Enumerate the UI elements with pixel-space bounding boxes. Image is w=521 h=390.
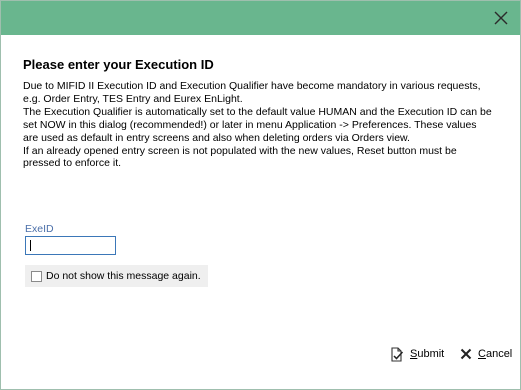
- submit-button[interactable]: Submit: [390, 345, 444, 363]
- exe-id-label: ExeID: [25, 223, 54, 235]
- dont-show-again-checkbox[interactable]: [31, 270, 42, 282]
- cancel-button[interactable]: Cancel: [460, 345, 512, 363]
- close-button[interactable]: [491, 8, 511, 28]
- dialog-message: Due to MIFID II Execution ID and Executi…: [23, 80, 493, 170]
- message-paragraph: Due to MIFID II Execution ID and Executi…: [23, 80, 481, 105]
- execution-id-dialog: Please enter your Execution ID Due to MI…: [0, 0, 521, 390]
- dont-show-again-label: Do not show this message again.: [46, 270, 201, 282]
- message-paragraph: The Execution Qualifier is automatically…: [23, 105, 492, 144]
- exe-id-input[interactable]: [25, 236, 116, 255]
- submit-document-icon: [390, 346, 404, 362]
- dialog-heading: Please enter your Execution ID: [23, 57, 214, 72]
- message-paragraph: If an already opened entry screen is not…: [23, 144, 457, 170]
- dont-show-again-checkbox-row[interactable]: Do not show this message again.: [25, 265, 208, 287]
- submit-label: Submit: [410, 348, 445, 360]
- title-bar: [1, 1, 520, 35]
- cancel-label: Cancel: [478, 348, 513, 360]
- cancel-x-icon: [460, 348, 472, 360]
- close-icon: [494, 11, 508, 25]
- text-caret: [30, 240, 31, 251]
